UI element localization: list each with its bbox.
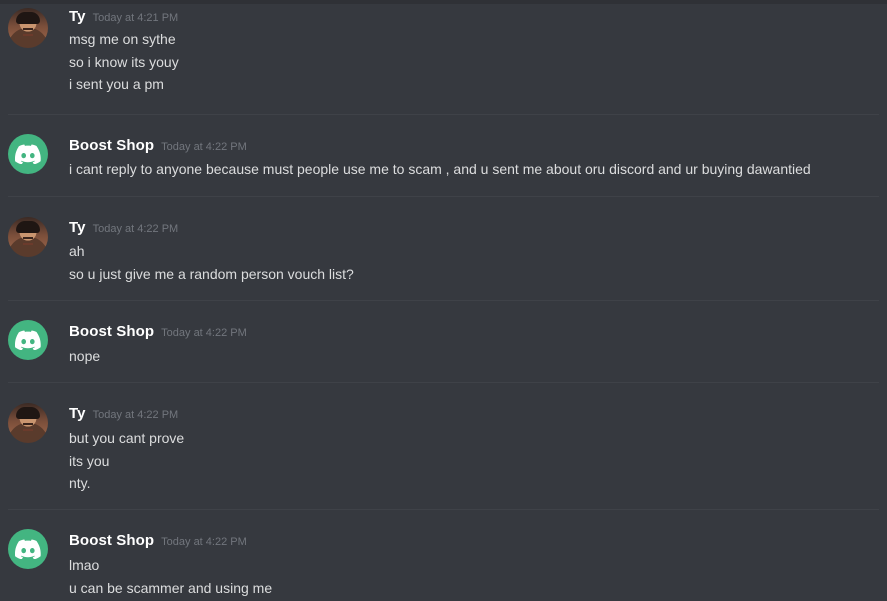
message-header: Boost Shop Today at 4:22 PM [69, 323, 247, 340]
message-author[interactable]: Ty [69, 219, 86, 236]
message-content: lmao u can be scammer and using me [69, 554, 877, 599]
message-group: Boost Shop Today at 4:22 PM i cant reply… [0, 114, 887, 196]
message-header: Ty Today at 4:22 PM [69, 219, 178, 236]
message-line: so u just give me a random person vouch … [69, 265, 354, 282]
message-author[interactable]: Ty [69, 8, 86, 25]
message-content: msg me on sythe so i know its youy i sen… [69, 28, 877, 96]
message-content: ah so u just give me a random person vou… [69, 240, 877, 285]
message-group: Boost Shop Today at 4:22 PM lmao u can b… [0, 509, 887, 601]
message-header: Boost Shop Today at 4:22 PM [69, 532, 247, 549]
message-group: Boost Shop Today at 4:22 PM nope [0, 300, 887, 382]
message-line: its you [69, 452, 110, 469]
message-content: but you cant prove its you nty. [69, 427, 877, 495]
discord-logo-icon [15, 539, 41, 559]
message-line: nty. [69, 475, 91, 491]
message-group: Ty Today at 4:22 PM but you cant prove i… [0, 382, 887, 509]
message-author[interactable]: Boost Shop [69, 532, 154, 549]
message-timestamp: Today at 4:21 PM [92, 12, 179, 24]
message-line: i cant reply to anyone because must peop… [69, 161, 811, 177]
message-line: so i know its youy [69, 53, 179, 70]
message-line: nope [69, 348, 101, 364]
message-header: Ty Today at 4:21 PM [69, 8, 178, 25]
message-line: msg me on sythe [69, 31, 176, 47]
message-line: ah [69, 243, 85, 259]
message-author[interactable]: Boost Shop [69, 137, 154, 154]
message-timestamp: Today at 4:22 PM [161, 141, 247, 153]
user-avatar[interactable] [8, 403, 48, 443]
message-line: i sent you a pm [69, 76, 164, 92]
message-header: Boost Shop Today at 4:22 PM [69, 137, 247, 154]
message-content: i cant reply to anyone because must peop… [69, 158, 877, 181]
message-group: Ty Today at 4:22 PM ah so u just give me… [0, 196, 887, 300]
message-timestamp: Today at 4:22 PM [161, 536, 247, 548]
user-avatar[interactable] [8, 217, 48, 257]
user-avatar[interactable] [8, 8, 48, 48]
message-timestamp: Today at 4:22 PM [92, 409, 179, 421]
message-line: but you cant prove [69, 430, 185, 446]
message-author[interactable]: Ty [69, 405, 86, 422]
discord-logo-icon [15, 144, 41, 164]
message-timestamp: Today at 4:22 PM [161, 327, 247, 339]
message-timestamp: Today at 4:22 PM [92, 223, 179, 235]
chat-message-list[interactable]: Ty Today at 4:21 PM msg me on sythe so i… [0, 0, 887, 601]
message-content: nope [69, 345, 877, 368]
bot-avatar[interactable] [8, 529, 48, 569]
bot-avatar[interactable] [8, 320, 48, 360]
message-author[interactable]: Boost Shop [69, 323, 154, 340]
message-group: Ty Today at 4:21 PM msg me on sythe so i… [0, 4, 887, 114]
bot-avatar[interactable] [8, 134, 48, 174]
message-line: u can be scammer and using me [69, 579, 273, 596]
message-line: lmao [69, 557, 100, 573]
discord-logo-icon [15, 330, 41, 350]
message-header: Ty Today at 4:22 PM [69, 405, 178, 422]
